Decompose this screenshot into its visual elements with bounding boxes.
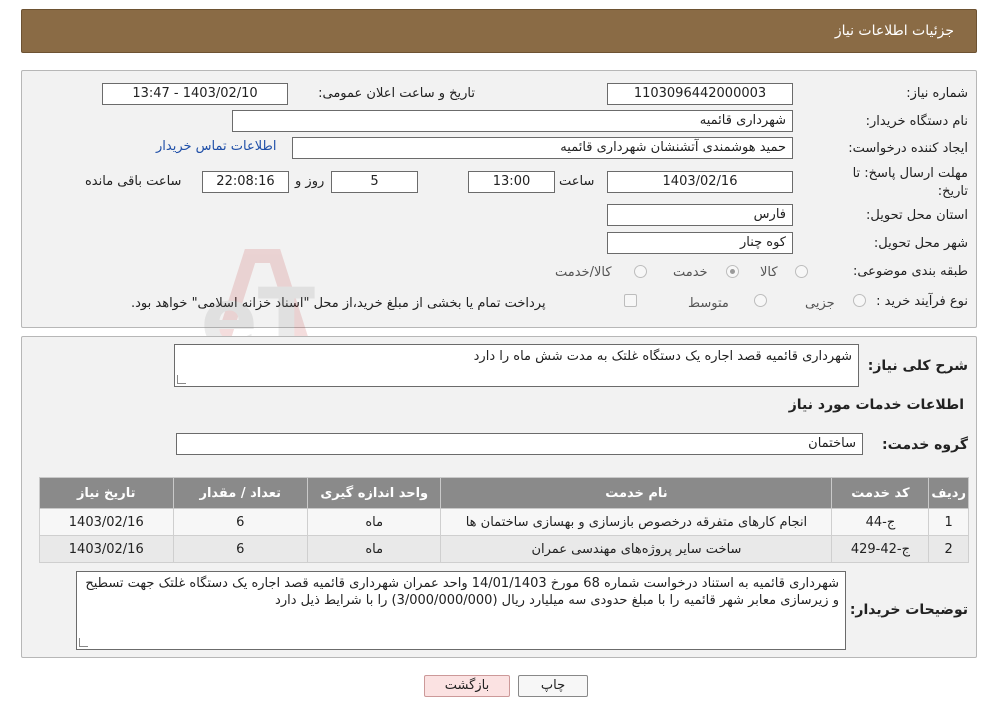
province-label: استان محل تحویل: [866, 208, 968, 223]
col-row-header: ردیف [928, 477, 969, 509]
category-radio-goods-service[interactable] [634, 265, 647, 278]
category-option-goods-service: کالا/خدمت [555, 265, 612, 280]
treasury-payment-checkbox[interactable] [624, 294, 637, 307]
cell-row-number: 1 [928, 508, 969, 536]
process-option-minor: جزیی [805, 296, 835, 311]
category-radio-service[interactable] [726, 265, 739, 278]
need-number-label: شماره نیاز: [906, 86, 968, 101]
deadline-label: مهلت ارسال پاسخ: تا [852, 166, 968, 181]
services-table: ردیف کد خدمت نام خدمت واحد اندازه گیری ت… [39, 477, 969, 563]
col-qty-header: تعداد / مقدار [172, 477, 308, 509]
remaining-time-field: 22:08:16 [202, 171, 289, 193]
service-group-field: ساختمان [176, 433, 863, 455]
cell-unit: ماه [306, 535, 442, 563]
need-number-field: 1103096442000003 [607, 83, 793, 105]
table-row[interactable]: 1 ج-44 انجام کارهای متفرقه درخصوص بازساز… [39, 508, 969, 536]
buyer-notes-text: شهرداری قائمیه به استناد درخواست شماره 6… [85, 576, 839, 608]
city-field: کوه چنار [607, 232, 793, 254]
back-button[interactable]: بازگشت [424, 675, 510, 697]
category-label: طبقه بندی موضوعی: [852, 264, 968, 279]
process-option-medium: متوسط [688, 296, 729, 311]
cell-qty: 6 [172, 535, 308, 563]
cell-name: ساخت سایر پروژه‌های مهندسی عمران [440, 535, 833, 563]
col-date-header: تاریخ نیاز [39, 477, 174, 509]
cell-code: ج-44 [831, 508, 930, 536]
deadline-time-field: 13:00 [468, 171, 555, 193]
services-heading: اطلاعات خدمات مورد نیاز [788, 397, 964, 413]
cell-unit: ماه [306, 508, 442, 536]
buyer-notes-textarea[interactable]: شهرداری قائمیه به استناد درخواست شماره 6… [76, 571, 846, 650]
buyer-org-label: نام دستگاه خریدار: [865, 114, 968, 129]
page-title: جزئیات اطلاعات نیاز [834, 23, 954, 39]
cell-date: 1403/02/16 [39, 508, 174, 536]
cell-name: انجام کارهای متفرقه درخصوص بازسازی و بهس… [440, 508, 833, 536]
summary-label: شرح کلی نیاز: [867, 358, 968, 374]
process-radio-medium[interactable] [754, 294, 767, 307]
cell-qty: 6 [172, 508, 308, 536]
remaining-label: ساعت باقی مانده [85, 174, 182, 189]
buyer-contact-link[interactable]: اطلاعات تماس خریدار [156, 139, 276, 154]
cell-date: 1403/02/16 [39, 535, 174, 563]
creator-field: حمید هوشمندی آتشنشان شهرداری قائمیه [292, 137, 793, 159]
category-option-service: خدمت [673, 265, 708, 280]
creator-label: ایجاد کننده درخواست: [848, 141, 968, 156]
deadline-label-2: تاریخ: [937, 184, 968, 199]
table-row[interactable]: 2 ج-42-429 ساخت سایر پروژه‌های مهندسی عم… [39, 535, 969, 563]
process-radio-minor[interactable] [853, 294, 866, 307]
treasury-payment-note: پرداخت تمام یا بخشی از مبلغ خرید،از محل … [131, 296, 546, 311]
summary-textarea[interactable]: شهرداری قائمیه قصد اجاره یک دستگاه غلتک … [174, 344, 859, 387]
col-unit-header: واحد اندازه گیری [306, 477, 442, 509]
details-panel [21, 70, 977, 328]
remaining-days-field: 5 [331, 171, 418, 193]
deadline-date-field: 1403/02/16 [607, 171, 793, 193]
resize-grip-icon[interactable] [79, 638, 88, 647]
col-name-header: نام خدمت [440, 477, 833, 509]
service-group-label: گروه خدمت: [882, 437, 968, 453]
page-header: جزئیات اطلاعات نیاز [21, 9, 977, 53]
buyer-org-field: شهرداری قائمیه [232, 110, 793, 132]
resize-grip-icon[interactable] [177, 375, 186, 384]
announce-field: 1403/02/10 - 13:47 [102, 83, 288, 105]
cell-code: ج-42-429 [831, 535, 930, 563]
summary-text: شهرداری قائمیه قصد اجاره یک دستگاه غلتک … [473, 349, 852, 364]
province-field: فارس [607, 204, 793, 226]
announce-label: تاریخ و ساعت اعلان عمومی: [318, 86, 475, 101]
city-label: شهر محل تحویل: [873, 236, 968, 251]
process-label: نوع فرآیند خرید : [876, 294, 968, 309]
days-label: روز و [295, 174, 325, 189]
print-button[interactable]: چاپ [518, 675, 588, 697]
category-option-goods: کالا [760, 265, 778, 280]
col-code-header: کد خدمت [831, 477, 930, 509]
buyer-notes-label: توضیحات خریدار: [849, 602, 968, 618]
table-header-row: ردیف کد خدمت نام خدمت واحد اندازه گیری ت… [39, 477, 969, 509]
category-radio-goods[interactable] [795, 265, 808, 278]
deadline-time-label: ساعت [559, 174, 595, 189]
cell-row-number: 2 [928, 535, 969, 563]
